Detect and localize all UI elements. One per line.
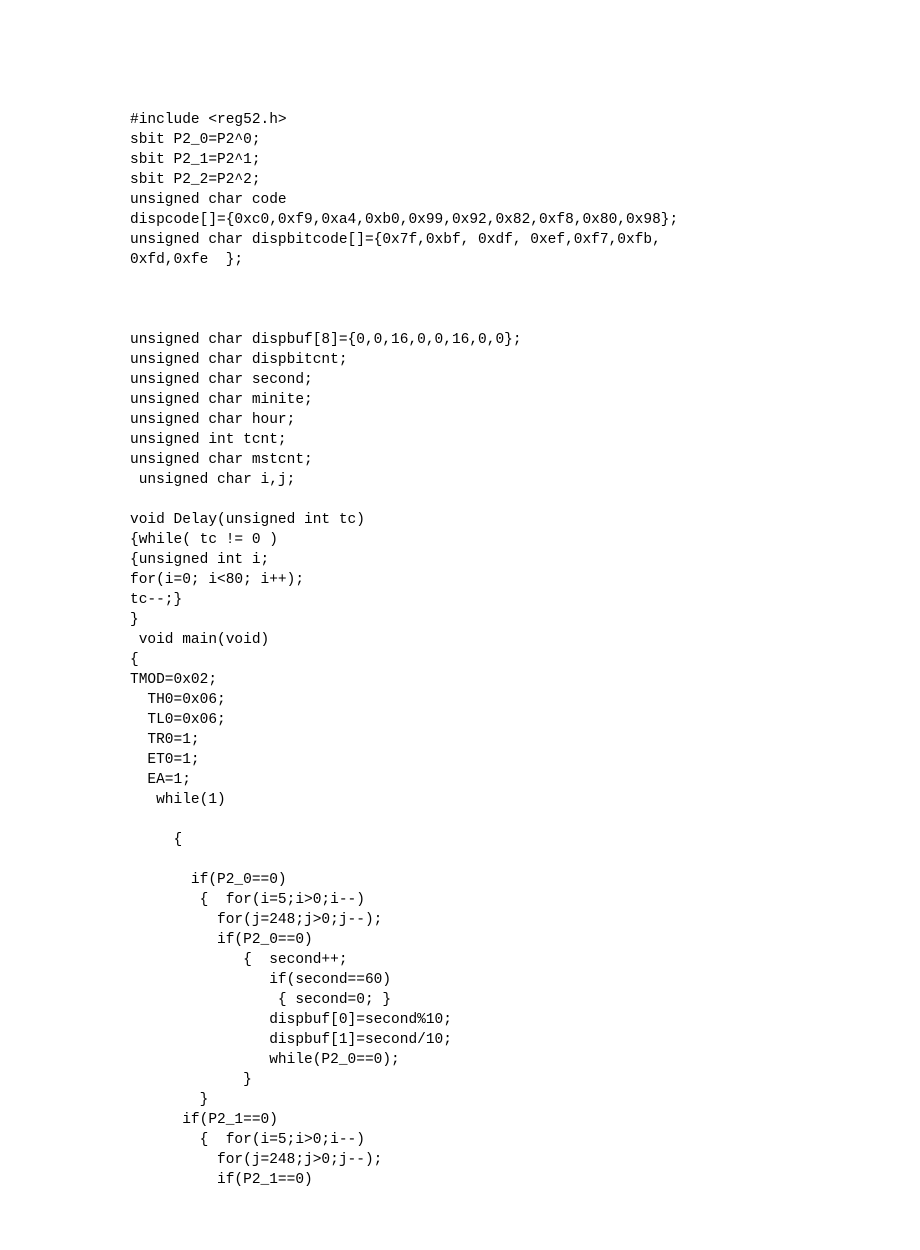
code-document: #include <reg52.h> sbit P2_0=P2^0; sbit …: [0, 0, 920, 1250]
code-content: #include <reg52.h> sbit P2_0=P2^0; sbit …: [130, 112, 678, 1188]
